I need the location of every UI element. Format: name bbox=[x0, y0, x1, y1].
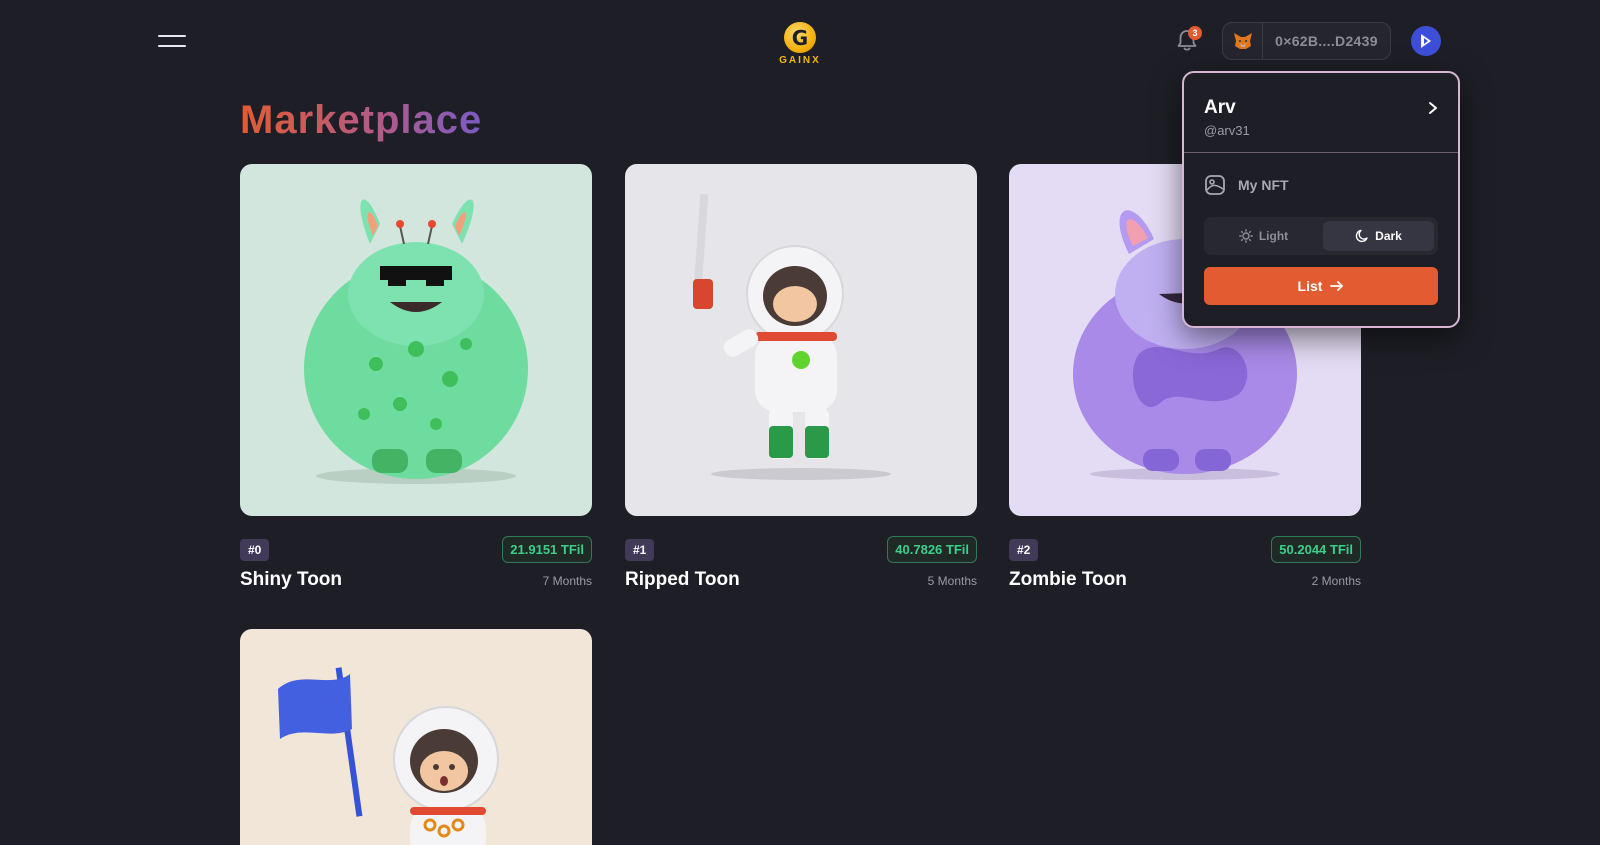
nft-age: 5 Months bbox=[927, 574, 977, 588]
nft-price: 40.7826 TFil bbox=[887, 536, 977, 563]
profile-handle: @arv31 bbox=[1204, 123, 1250, 138]
nft-age: 2 Months bbox=[1311, 574, 1361, 588]
logo[interactable]: G GAINX bbox=[778, 22, 822, 66]
avatar[interactable] bbox=[1411, 26, 1441, 56]
moon-icon bbox=[1355, 229, 1368, 243]
notifications-button[interactable]: 3 bbox=[1176, 26, 1202, 54]
list-button-label: List bbox=[1297, 278, 1323, 294]
wallet-address: 0×62B....D2439 bbox=[1275, 33, 1378, 49]
menu-icon-bar-bottom bbox=[158, 45, 186, 47]
nft-card[interactable]: #0 21.9151 TFil Shiny Toon 7 Months bbox=[240, 164, 592, 591]
profile-link[interactable]: Arv @arv31 bbox=[1184, 73, 1458, 153]
metamask-fox-icon bbox=[1223, 23, 1263, 59]
logo-text: GAINX bbox=[779, 55, 821, 66]
nft-token-id: #0 bbox=[240, 538, 270, 561]
theme-dark-label: Dark bbox=[1375, 229, 1402, 243]
menu-button[interactable] bbox=[158, 30, 186, 52]
nft-token-id: #2 bbox=[1009, 538, 1039, 561]
wallet-button[interactable]: 0×62B....D2439 bbox=[1222, 22, 1391, 60]
image-icon bbox=[1205, 175, 1225, 195]
nft-card[interactable]: #1 40.7826 TFil Ripped Toon 5 Months bbox=[625, 164, 977, 591]
avatar-icon bbox=[1421, 34, 1431, 48]
nft-name: Ripped Toon bbox=[625, 569, 740, 590]
nft-name: Shiny Toon bbox=[240, 569, 343, 590]
notification-badge: 3 bbox=[1188, 26, 1202, 40]
list-button[interactable]: List bbox=[1204, 267, 1438, 305]
nft-token-id: #1 bbox=[625, 538, 655, 561]
page-title: Marketplace bbox=[240, 98, 483, 142]
theme-light-option[interactable]: Light bbox=[1208, 221, 1319, 251]
nft-card[interactable] bbox=[240, 629, 592, 845]
theme-light-label: Light bbox=[1258, 229, 1289, 243]
arrow-right-icon bbox=[1330, 281, 1344, 291]
nft-name: Zombie Toon bbox=[1009, 569, 1127, 590]
sun-icon bbox=[1238, 229, 1253, 243]
theme-dark-option[interactable]: Dark bbox=[1323, 221, 1434, 251]
nft-price: 21.9151 TFil bbox=[502, 536, 592, 563]
my-nft-label: My NFT bbox=[1238, 177, 1289, 193]
logo-mark: G bbox=[784, 22, 816, 53]
nft-image-shiny-toon[interactable] bbox=[240, 164, 592, 516]
profile-dropdown: Arv @arv31 My NFT Light Dark List bbox=[1182, 71, 1460, 328]
profile-name: Arv bbox=[1204, 97, 1236, 118]
nft-image-flag-toon[interactable] bbox=[240, 629, 592, 845]
nft-age: 7 Months bbox=[542, 574, 592, 588]
menu-icon-bar-top bbox=[158, 35, 186, 37]
my-nft-menu-item[interactable]: My NFT bbox=[1184, 153, 1458, 217]
theme-toggle: Light Dark bbox=[1204, 217, 1438, 255]
chevron-right-icon bbox=[1429, 102, 1437, 114]
nft-price: 50.2044 TFil bbox=[1271, 536, 1361, 563]
nft-image-ripped-toon[interactable] bbox=[625, 164, 977, 516]
